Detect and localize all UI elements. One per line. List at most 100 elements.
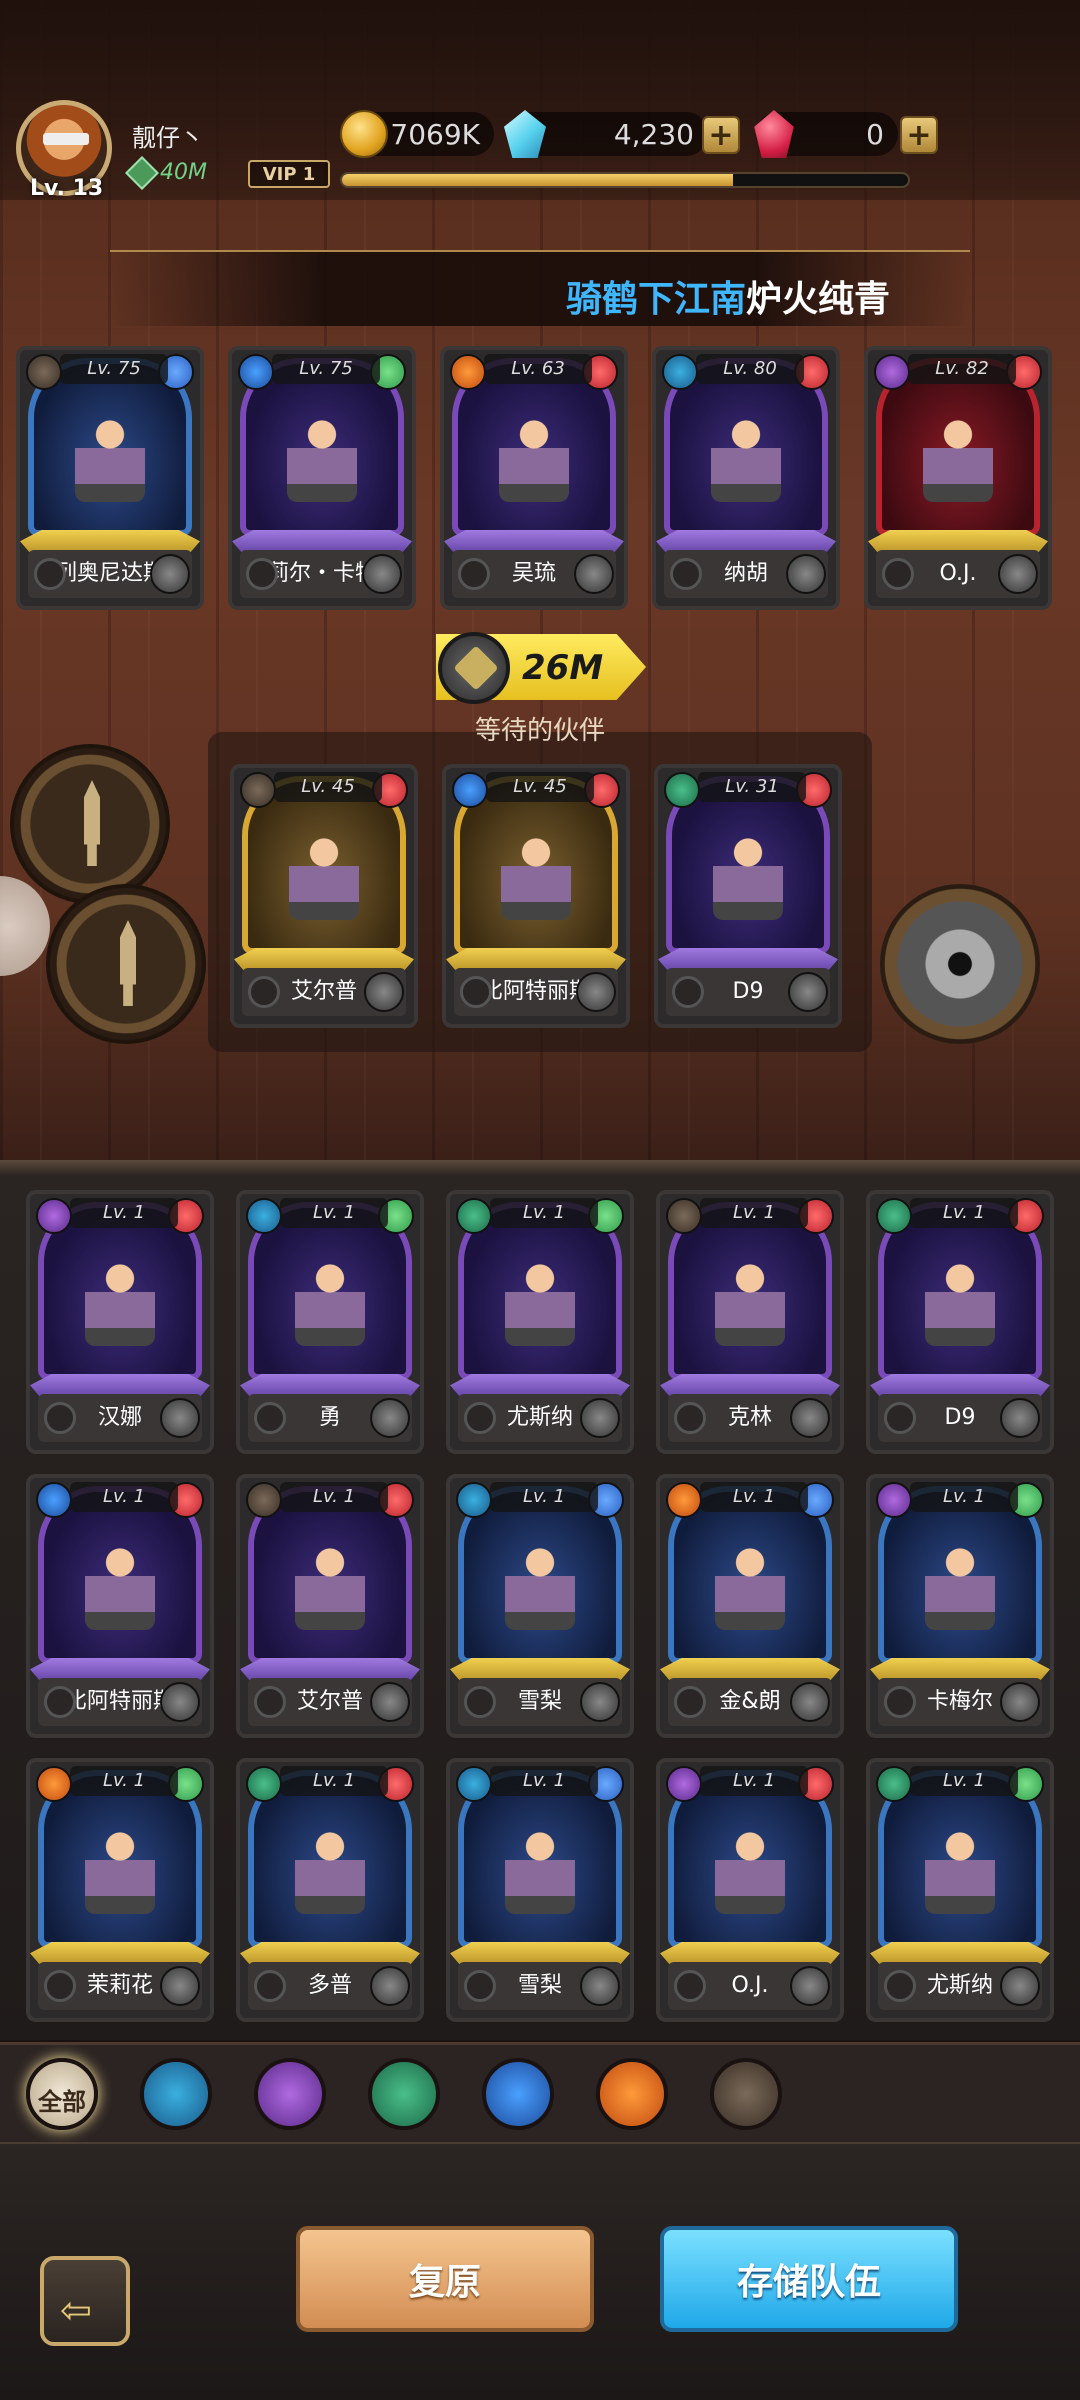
hero-card[interactable]: Lv. 1 尤斯纳 <box>446 1190 634 1454</box>
equip-slot[interactable] <box>34 558 66 590</box>
equip-slot[interactable] <box>44 1686 76 1718</box>
equip-slot[interactable] <box>464 1686 496 1718</box>
hero-card[interactable]: Lv. 63 吴琉 <box>440 346 628 610</box>
gold-value: 7069K <box>390 118 480 151</box>
artifact-icon <box>788 972 828 1012</box>
crown-faction-icon[interactable] <box>140 2058 212 2130</box>
tree-faction-icon[interactable] <box>368 2058 440 2130</box>
hero-level: Lv. 1 <box>70 1198 178 1228</box>
faction-icon <box>450 354 486 390</box>
equip-slot[interactable] <box>882 558 914 590</box>
anchor-faction-icon[interactable] <box>482 2058 554 2130</box>
equip-slot[interactable] <box>464 1402 496 1434</box>
player-power-value: 40M <box>160 160 207 185</box>
hero-card[interactable]: Lv. 1 汉娜 <box>26 1190 214 1454</box>
artifact-icon <box>574 554 614 594</box>
hero-card[interactable]: Lv. 1 雪梨 <box>446 1474 634 1738</box>
hero-sprite <box>85 1823 155 1914</box>
hero-card[interactable]: Lv. 45 艾尔普 <box>230 764 418 1028</box>
faction-icon <box>246 1482 282 1518</box>
equip-slot[interactable] <box>464 1970 496 2002</box>
add-ruby-button[interactable]: + <box>900 116 938 154</box>
hero-card[interactable]: Lv. 1 多普 <box>236 1758 424 2022</box>
gold-coin-icon <box>340 110 388 158</box>
hero-sprite <box>289 829 359 920</box>
faction-icon <box>664 772 700 808</box>
hero-card[interactable]: Lv. 1 卡梅尔 <box>866 1474 1054 1738</box>
hero-card[interactable]: Lv. 45 比阿特丽斯 <box>442 764 630 1028</box>
team-name-part1: 骑鹤下江南 <box>565 279 746 320</box>
artifact-icon <box>1000 1682 1040 1722</box>
hero-card[interactable]: Lv. 1 尤斯纳 <box>866 1758 1054 2022</box>
equip-slot[interactable] <box>44 1402 76 1434</box>
hero-card[interactable]: Lv. 1 比阿特丽斯 <box>26 1474 214 1738</box>
hero-level: Lv. 63 <box>484 354 592 384</box>
equip-slot[interactable] <box>458 558 490 590</box>
hero-sprite <box>85 1539 155 1630</box>
hero-sprite <box>715 1823 785 1914</box>
speaker-button[interactable] <box>880 884 1040 1044</box>
artifact-icon <box>160 1966 200 2006</box>
equip-slot[interactable] <box>884 1686 916 1718</box>
hero-sprite <box>713 829 783 920</box>
equip-slot[interactable] <box>884 1970 916 2002</box>
hero-level: Lv. 1 <box>910 1198 1018 1228</box>
xp-fill <box>342 174 733 186</box>
attack-button-1[interactable] <box>10 744 170 904</box>
artifact-icon <box>580 1966 620 2006</box>
artifact-icon <box>370 1966 410 2006</box>
equip-slot[interactable] <box>670 558 702 590</box>
attack-button-2[interactable] <box>46 884 206 1044</box>
equip-slot[interactable] <box>254 1402 286 1434</box>
hero-card[interactable]: Lv. 80 纳胡 <box>652 346 840 610</box>
equip-slot[interactable] <box>246 558 278 590</box>
hero-card[interactable]: Lv. 1 茉莉花 <box>26 1758 214 2022</box>
hero-card[interactable]: Lv. 75 莉尔・卡特 <box>228 346 416 610</box>
hero-sprite <box>75 411 145 502</box>
save-team-button[interactable]: 存储队伍 <box>660 2226 958 2332</box>
equip-slot[interactable] <box>248 976 280 1008</box>
artifact-icon <box>364 972 404 1012</box>
back-arrow-icon: ⇦ <box>60 2288 92 2332</box>
add-crystal-button[interactable]: + <box>702 116 740 154</box>
hero-card[interactable]: Lv. 1 雪梨 <box>446 1758 634 2022</box>
equip-slot[interactable] <box>672 976 704 1008</box>
eye-faction-icon[interactable] <box>710 2058 782 2130</box>
hero-level: Lv. 1 <box>700 1482 808 1512</box>
hero-card[interactable]: Lv. 1 D9 <box>866 1190 1054 1454</box>
hero-card[interactable]: Lv. 31 D9 <box>654 764 842 1028</box>
faction-icon <box>36 1766 72 1802</box>
equip-slot[interactable] <box>674 1970 706 2002</box>
hero-level: Lv. 75 <box>272 354 380 384</box>
hero-card[interactable]: Lv. 75 列奥尼达斯 <box>16 346 204 610</box>
vip-badge[interactable]: VIP 1 <box>248 160 330 188</box>
equip-slot[interactable] <box>254 1970 286 2002</box>
hero-sprite <box>295 1539 365 1630</box>
dragon-faction-icon[interactable] <box>596 2058 668 2130</box>
faction-icon <box>26 354 62 390</box>
all-filter[interactable]: 全部 <box>26 2058 98 2130</box>
team-name[interactable]: 骑鹤下江南炉火纯青 <box>566 270 890 322</box>
hero-sprite <box>505 1823 575 1914</box>
equip-slot[interactable] <box>674 1686 706 1718</box>
faction-icon <box>36 1198 72 1234</box>
equip-slot[interactable] <box>44 1970 76 2002</box>
hero-card[interactable]: Lv. 1 艾尔普 <box>236 1474 424 1738</box>
hero-sprite <box>505 1255 575 1346</box>
restore-button[interactable]: 复原 <box>296 2226 594 2332</box>
hero-card[interactable]: Lv. 1 金&朗 <box>656 1474 844 1738</box>
artifact-icon <box>1000 1398 1040 1438</box>
equip-slot[interactable] <box>884 1402 916 1434</box>
hero-card[interactable]: Lv. 1 克林 <box>656 1190 844 1454</box>
equip-slot[interactable] <box>674 1402 706 1434</box>
back-button[interactable]: ⇦ <box>40 2256 130 2346</box>
filter-all-label: 全部 <box>38 2088 86 2116</box>
hero-card[interactable]: Lv. 1勇 <box>236 1190 424 1454</box>
equip-slot[interactable] <box>460 976 492 1008</box>
trident-faction-icon[interactable] <box>254 2058 326 2130</box>
hero-card[interactable]: Lv. 82 O.J. <box>864 346 1052 610</box>
equip-slot[interactable] <box>254 1686 286 1718</box>
artifact-icon <box>370 1682 410 1722</box>
hero-card[interactable]: Lv. 1 O.J. <box>656 1758 844 2022</box>
faction-icon <box>666 1766 702 1802</box>
